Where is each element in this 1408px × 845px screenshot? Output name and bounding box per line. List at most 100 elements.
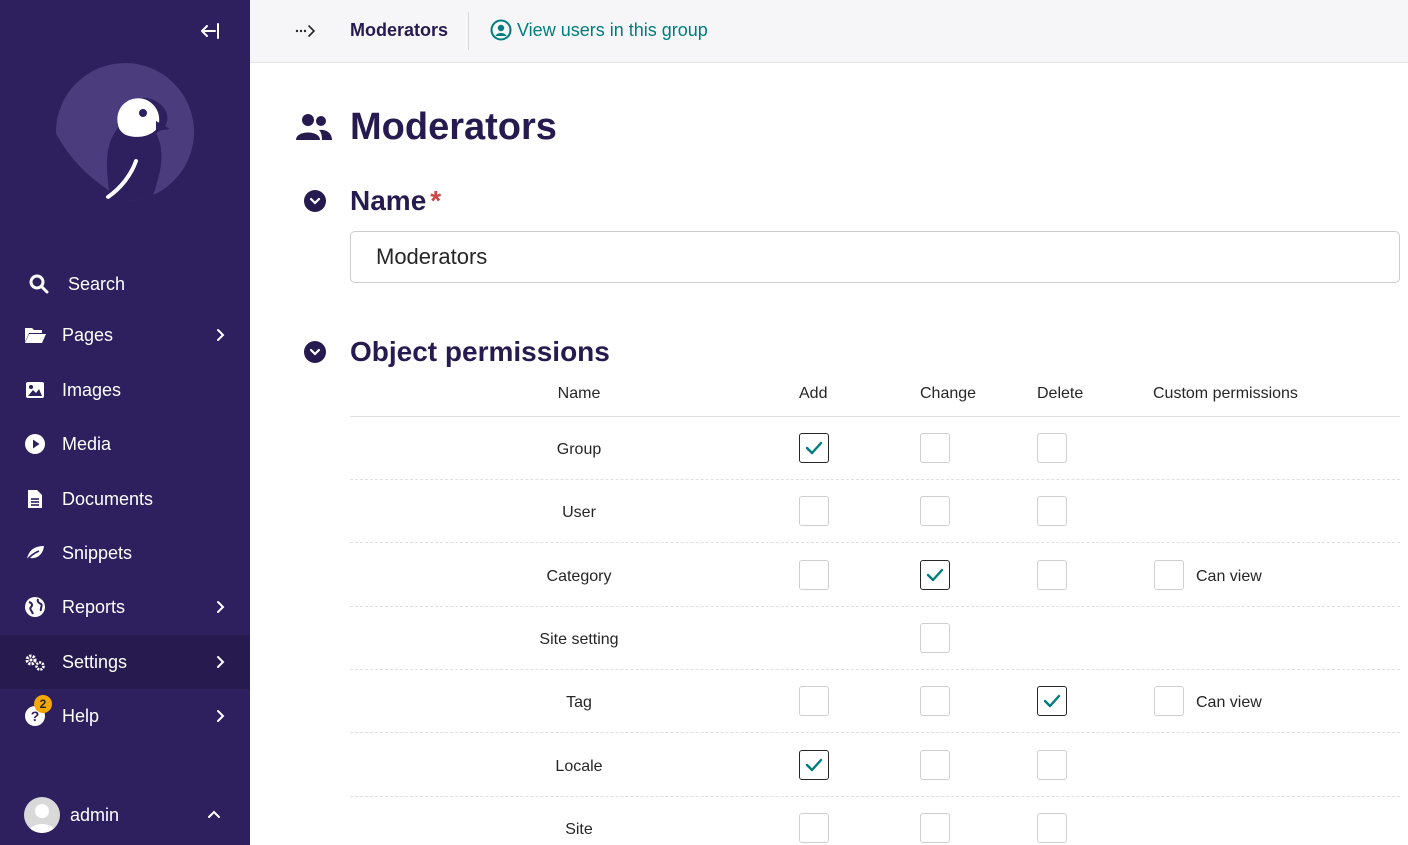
image-icon [24, 379, 46, 401]
check-icon [805, 441, 823, 455]
group-icon [296, 114, 332, 140]
delete-checkbox[interactable] [1037, 812, 1067, 843]
sidebar-item-reports[interactable]: Reports [0, 580, 250, 634]
table-row: Site [350, 797, 1400, 845]
chevron-right-icon [217, 329, 225, 341]
column-header-delete: Delete [1037, 385, 1084, 402]
wagtail-logo[interactable] [56, 63, 194, 201]
delete-checkbox[interactable] [1037, 686, 1067, 717]
add-checkbox[interactable] [799, 559, 829, 590]
sidebar-item-documents[interactable]: Documents [0, 472, 250, 526]
user-circle-icon [490, 19, 512, 41]
sidebar-item-label: Documents [62, 488, 154, 509]
check-icon [926, 568, 944, 581]
chevron-right-icon [217, 656, 225, 668]
object-permissions-section-toggle[interactable] [304, 341, 326, 363]
sidebar: Search Pages Images Media Documents Snip… [0, 0, 250, 845]
table-row: Category Can view [350, 544, 1400, 607]
sidebar-item-label: Snippets [62, 542, 133, 563]
globe-icon [24, 596, 46, 618]
collapse-sidebar-button[interactable] [196, 18, 224, 44]
add-checkbox[interactable] [799, 686, 829, 717]
delete-checkbox[interactable] [1037, 496, 1067, 527]
check-icon [805, 758, 823, 771]
delete-checkbox[interactable] [1037, 559, 1067, 590]
change-checkbox[interactable] [920, 433, 950, 463]
change-checkbox[interactable] [920, 496, 950, 527]
sidebar-item-help[interactable]: ? 2 Help [0, 689, 250, 743]
object-permissions-section-title: Object permissions [350, 336, 610, 367]
sidebar-item-label: Images [62, 379, 122, 400]
sidebar-item-pages[interactable]: Pages [0, 308, 250, 362]
breadcrumb-expand-button[interactable] [294, 20, 318, 42]
bird-logo-icon [56, 97, 170, 201]
notification-badge: 2 [34, 695, 52, 713]
page-title: Moderators [350, 106, 557, 148]
chevron-up-icon [208, 810, 220, 818]
sidebar-item-label: Pages [62, 324, 114, 345]
custom-permission-label: Can view [1196, 567, 1262, 585]
sidebar-item-label: Search [68, 273, 126, 294]
sidebar-item-settings[interactable]: Settings [0, 635, 250, 689]
change-checkbox[interactable] [920, 686, 950, 717]
chevron-down-icon [309, 348, 321, 356]
sidebar-item-search[interactable]: Search [0, 257, 250, 311]
play-circle-icon [24, 433, 46, 455]
custom-permission-label: Can view [1196, 694, 1262, 712]
delete-checkbox[interactable] [1037, 749, 1067, 780]
collapse-arrow-icon [201, 23, 219, 39]
sidebar-item-label: Settings [62, 651, 128, 672]
delete-checkbox[interactable] [1037, 433, 1067, 463]
permission-object-name: Category [546, 567, 612, 585]
chevron-right-icon [217, 710, 225, 722]
chevron-down-icon [309, 197, 321, 205]
table-row: Site setting [350, 607, 1400, 670]
account-menu[interactable]: admin [0, 790, 250, 840]
column-header-add: Add [799, 385, 828, 402]
add-checkbox[interactable] [799, 496, 829, 527]
header: Moderators View users in this group [250, 0, 1408, 63]
permission-object-name: Tag [566, 694, 592, 712]
name-section-toggle[interactable] [304, 190, 326, 212]
add-checkbox[interactable] [799, 433, 829, 463]
table-row: Group [350, 417, 1400, 480]
name-field[interactable] [350, 231, 1400, 283]
sidebar-item-label: Media [62, 433, 112, 454]
change-checkbox[interactable] [920, 812, 950, 843]
chevron-right-icon [217, 601, 225, 613]
can-view-checkbox[interactable] [1154, 559, 1184, 590]
permission-object-name: Site [565, 820, 593, 838]
can-view-checkbox[interactable] [1154, 686, 1184, 717]
sidebar-item-media[interactable]: Media [0, 417, 250, 471]
permission-object-name: User [562, 504, 596, 522]
add-checkbox[interactable] [799, 749, 829, 780]
table-row: User [350, 480, 1400, 544]
sidebar-item-label: Help [62, 705, 100, 726]
help-icon: ? 2 [24, 695, 52, 727]
divider [468, 12, 469, 50]
sidebar-item-images[interactable]: Images [0, 363, 250, 417]
table-row: Locale [350, 734, 1400, 797]
permission-object-name: Site setting [539, 630, 619, 648]
snippet-icon [24, 542, 46, 564]
name-section-title: Name * [350, 185, 442, 216]
add-checkbox[interactable] [799, 812, 829, 843]
check-icon [1043, 694, 1061, 708]
user-name: admin [70, 804, 120, 825]
change-checkbox[interactable] [920, 749, 950, 780]
view-users-link[interactable]: View users in this group [490, 19, 708, 41]
permission-object-name: Locale [555, 757, 603, 775]
permission-object-name: Group [556, 441, 602, 458]
sidebar-item-snippets[interactable]: Snippets [0, 526, 250, 580]
column-header-change: Change [920, 385, 977, 402]
column-header-name: Name [557, 385, 601, 402]
ellipsis-arrow-icon [295, 25, 316, 37]
change-checkbox[interactable] [920, 622, 950, 653]
change-checkbox[interactable] [920, 559, 950, 590]
search-icon [28, 273, 50, 295]
column-header-custom-permissions: Custom permissions [1153, 385, 1298, 402]
document-icon [24, 488, 46, 510]
sidebar-item-label: Reports [62, 596, 126, 617]
required-marker: * [430, 185, 442, 216]
breadcrumb-current: Moderators [350, 20, 449, 40]
